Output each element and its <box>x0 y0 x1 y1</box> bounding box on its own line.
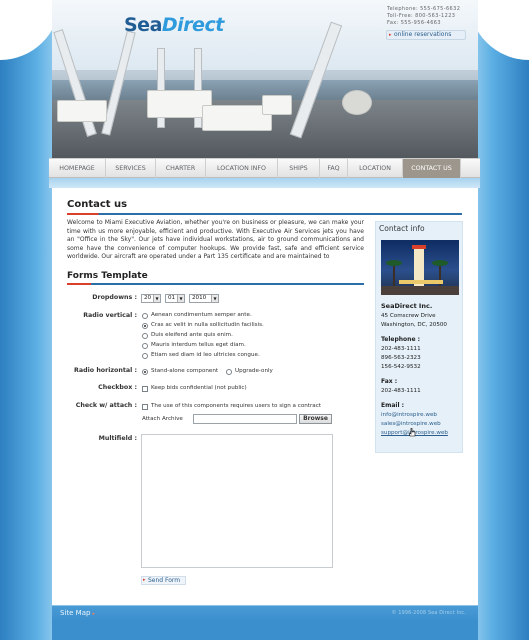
year-select-value: 2010 <box>192 295 207 301</box>
sidebar-email-sales[interactable]: sales@introspire.web <box>381 421 441 427</box>
check-attach-label: Check w/ attach : <box>75 402 137 409</box>
footer-copyright: © 1996-2008 Sea Direct Inc. <box>391 611 466 616</box>
contract-checkbox-text: The use of this components requires user… <box>151 403 322 409</box>
footer: Site Map ▸ © 1996-2008 Sea Direct Inc. <box>52 605 478 621</box>
contract-checkbox[interactable] <box>142 404 148 410</box>
logo-text-sea: Sea <box>124 14 162 36</box>
nav-item-ships[interactable]: SHIPS <box>278 159 320 178</box>
month-select[interactable]: 01 ▼ <box>165 294 185 303</box>
intro-paragraph: Welcome to Miami Executive Aviation, whe… <box>67 219 364 260</box>
radio-vertical-option-5[interactable] <box>142 353 148 359</box>
radio-vertical-option-4[interactable] <box>142 343 148 349</box>
header-fax: Fax: 555-956-4663 <box>387 20 441 26</box>
lifeboat <box>57 100 107 122</box>
forms-section-title: Forms Template <box>67 271 148 281</box>
radio-vertical-option-1[interactable] <box>142 313 148 319</box>
main-navigation: HOMEPAGE SERVICES CHARTER LOCATION INFO … <box>49 158 480 178</box>
day-select[interactable]: 20 ▼ <box>141 294 161 303</box>
contact-info-sidebar: Contact info SeaDirect Inc. 45 Comscrew … <box>375 221 463 453</box>
header-telephone: Telephone: 555-675-6632 <box>387 6 461 12</box>
lifeboat <box>262 95 292 115</box>
confidential-checkbox[interactable] <box>142 386 148 392</box>
checkbox-label: Checkbox : <box>98 384 137 391</box>
radio-horizontal-option-2-label: Upgrade-only <box>235 368 273 374</box>
nav-item-homepage[interactable]: HOMEPAGE <box>49 159 106 178</box>
sidebar-phone-2: 896-563-2323 <box>381 355 421 361</box>
online-reservations-link[interactable]: ▸ online reservations <box>386 30 466 40</box>
multifield-textarea[interactable] <box>141 434 333 568</box>
hand-cursor-icon <box>409 428 416 437</box>
radio-vertical-option-5-label: Etiam sed diam id leo ultricies congue. <box>151 352 260 358</box>
site-map-label: Site Map <box>60 609 91 617</box>
header-contact-lines: Telephone: 555-675-6632 Toll-Free: 800-5… <box>387 6 460 27</box>
winch <box>342 90 372 115</box>
radio-horizontal-option-2[interactable] <box>226 369 232 375</box>
radio-horizontal-option-1[interactable] <box>142 369 148 375</box>
chevron-down-icon: ▼ <box>211 295 218 302</box>
header-banner: SeaDirect Telephone: 555-675-6632 Toll-F… <box>52 0 478 165</box>
attach-archive-input[interactable] <box>193 414 297 424</box>
logo[interactable]: SeaDirect <box>124 14 224 36</box>
day-select-value: 20 <box>144 295 152 301</box>
sidebar-address-1: 45 Comscrew Drive <box>381 313 436 319</box>
nav-item-location-info[interactable]: LOCATION INFO <box>206 159 278 178</box>
chevron-down-icon: ▼ <box>153 295 160 302</box>
arrow-right-icon: ▸ <box>389 32 392 38</box>
office-photo <box>381 240 459 295</box>
radio-vertical-label: Radio vertical : <box>83 312 137 319</box>
header-tollfree: Toll-Free: 800-563-1223 <box>387 13 456 19</box>
sidebar-email-label: Email : <box>381 402 405 409</box>
year-select[interactable]: 2010 ▼ <box>189 294 219 303</box>
page-bottom <box>52 621 478 640</box>
site-map-link[interactable]: Site Map ▸ <box>60 609 95 617</box>
photo-palm-leaves <box>432 260 448 266</box>
browse-button[interactable]: Browse <box>299 414 332 424</box>
radio-horizontal-option-1-label: Stand-alone component <box>151 368 219 374</box>
online-reservations-label: online reservations <box>394 31 452 38</box>
nav-item-charter[interactable]: CHARTER <box>156 159 206 178</box>
forms-section-divider <box>67 283 364 285</box>
radio-horizontal-label: Radio horizontal : <box>74 367 137 374</box>
month-select-value: 01 <box>168 295 176 301</box>
radio-vertical-option-2[interactable] <box>142 323 148 329</box>
photo-ground <box>381 286 459 295</box>
title-divider <box>67 213 462 215</box>
sidebar-phone-1: 202-483-1111 <box>381 346 421 352</box>
chevron-down-icon: ▼ <box>177 295 184 302</box>
arrow-right-icon: ▸ <box>143 577 146 583</box>
confidential-checkbox-text: Keep bids confidential (not public) <box>151 385 247 391</box>
arrow-right-icon: ▸ <box>92 611 95 617</box>
multifield-label: Multifield : <box>98 435 137 442</box>
radio-vertical-option-3[interactable] <box>142 333 148 339</box>
dropdowns-label: Dropdowns : <box>92 294 137 301</box>
nav-item-services[interactable]: SERVICES <box>106 159 156 178</box>
left-side-band <box>0 0 60 640</box>
sidebar-fax-label: Fax : <box>381 378 398 385</box>
sidebar-fax: 202-483-1111 <box>381 388 421 394</box>
sidebar-phone-3: 156-542-9532 <box>381 364 421 370</box>
photo-palm-leaves <box>386 260 402 266</box>
photo-lights <box>399 280 443 284</box>
attach-archive-label: Attach Archive <box>142 416 183 422</box>
logo-text-direct: Direct <box>161 14 224 36</box>
sidebar-telephone-label: Telephone : <box>381 336 421 343</box>
send-form-label: Send Form <box>148 577 181 584</box>
nav-item-contact-us[interactable]: CONTACT US <box>403 159 461 178</box>
page-container: SeaDirect Telephone: 555-675-6632 Toll-F… <box>49 0 480 640</box>
send-form-button[interactable]: ▸ Send Form <box>141 576 186 585</box>
page-title: Contact us <box>67 199 128 210</box>
sidebar-company: SeaDirect Inc. <box>381 302 433 310</box>
nav-item-location[interactable]: LOCATION <box>348 159 403 178</box>
right-side-band <box>469 0 529 640</box>
nav-shadow-strip <box>49 178 480 188</box>
radio-vertical-option-1-label: Aenean condimentum semper ante. <box>151 312 252 318</box>
nav-item-faq[interactable]: FAQ <box>320 159 348 178</box>
main-content: Contact us Welcome to Miami Executive Av… <box>52 188 478 605</box>
sidebar-address-2: Washington, DC, 20500 <box>381 322 447 328</box>
radio-vertical-option-4-label: Mauris interdum tellus eget diam. <box>151 342 246 348</box>
sidebar-title: Contact info <box>379 224 425 233</box>
radio-vertical-option-2-label: Cras ac velit in nulla sollicitudin faci… <box>151 322 264 328</box>
radio-vertical-option-3-label: Duis eleifend ante quis enim. <box>151 332 233 338</box>
sidebar-email-info[interactable]: info@introspire.web <box>381 412 437 418</box>
